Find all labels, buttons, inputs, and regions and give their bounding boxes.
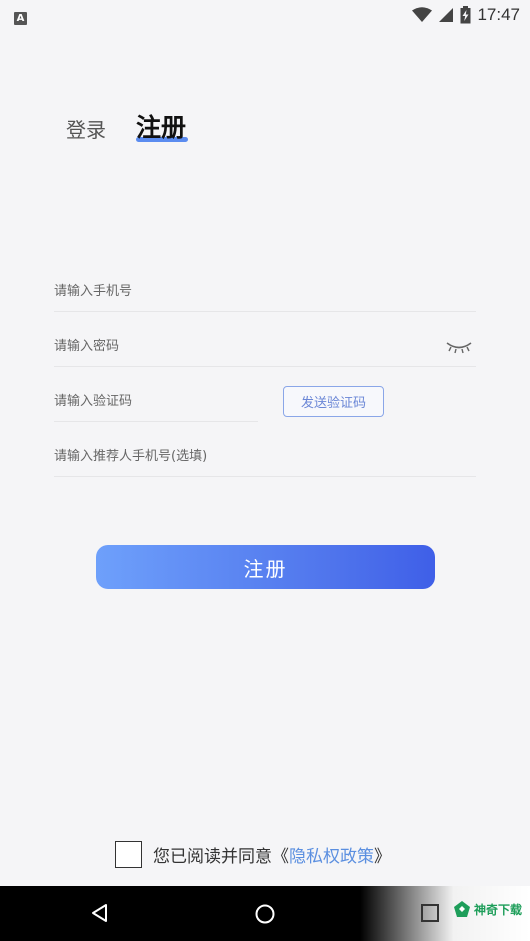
battery-charging-icon — [460, 6, 471, 24]
open-bracket: 《 — [272, 846, 289, 867]
watermark-text: 神奇下载 — [473, 902, 522, 917]
status-right: 17:47 — [412, 5, 520, 25]
tab-login[interactable]: 登录 — [66, 116, 106, 144]
status-time: 17:47 — [477, 5, 520, 24]
tab-register[interactable]: 注册 — [136, 112, 189, 144]
signal-icon — [439, 8, 454, 22]
password-input[interactable] — [54, 327, 476, 366]
status-bar: A 17:47 — [0, 0, 530, 30]
verification-code-input[interactable] — [54, 382, 258, 421]
wifi-icon — [412, 7, 433, 22]
agree-text: 您已阅读并同意 — [153, 846, 272, 867]
send-code-button[interactable]: 发送验证码 — [283, 386, 384, 417]
password-field — [54, 327, 476, 367]
referrer-phone-field — [54, 437, 476, 477]
navigation-bar: 神奇下载 — [0, 886, 530, 941]
watermark-logo-icon — [453, 901, 470, 917]
tab-register-label: 注册 — [136, 113, 187, 142]
verification-code-field — [54, 382, 258, 422]
watermark: 神奇下载 — [453, 900, 522, 918]
register-button[interactable]: 注册 — [96, 545, 435, 589]
home-icon[interactable] — [254, 903, 276, 925]
recent-apps-icon[interactable] — [420, 903, 440, 923]
privacy-agreement: 您已阅读并同意 《 隐私权政策 》 — [115, 840, 391, 868]
referrer-phone-input[interactable] — [54, 437, 476, 476]
auth-tabs: 登录 注册 — [66, 112, 189, 144]
agree-checkbox[interactable] — [115, 840, 142, 868]
phone-input[interactable] — [54, 272, 476, 311]
eye-closed-icon[interactable] — [446, 339, 472, 358]
close-bracket: 》 — [374, 846, 391, 867]
notification-a-icon: A — [14, 11, 27, 25]
privacy-policy-link[interactable]: 隐私权政策 — [289, 842, 374, 867]
back-icon[interactable] — [90, 903, 110, 923]
phone-field — [54, 272, 476, 312]
status-left: A — [14, 6, 27, 25]
